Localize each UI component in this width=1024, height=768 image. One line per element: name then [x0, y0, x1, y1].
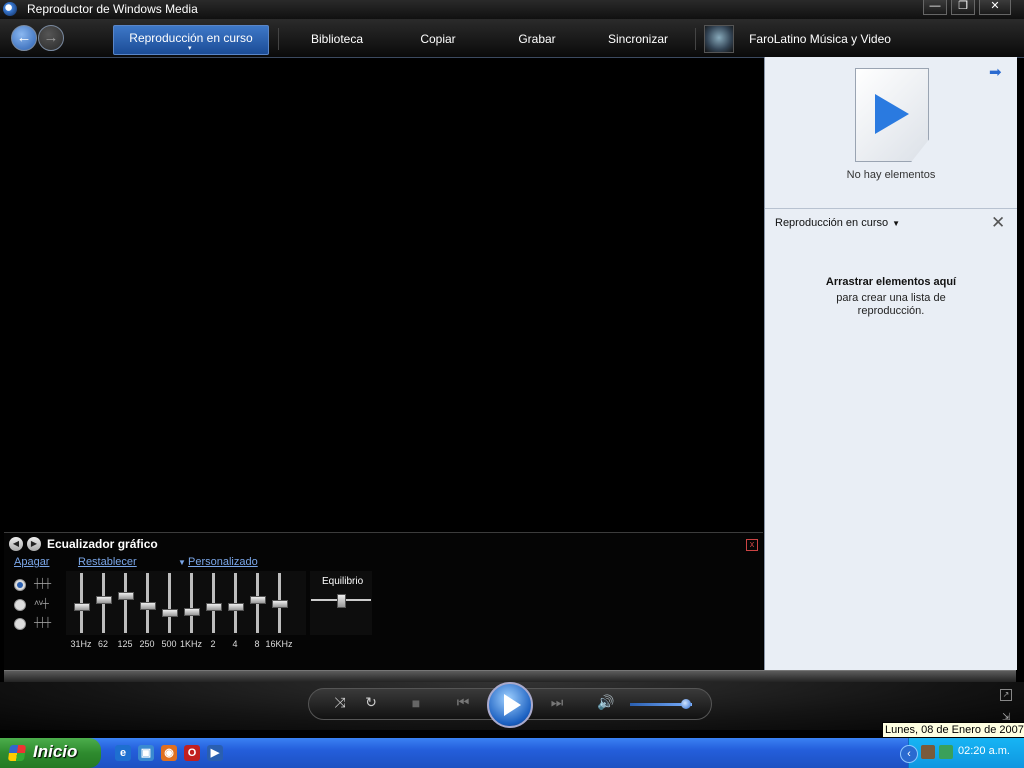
tab-now-playing[interactable]: Reproducción en curso ▾ [113, 25, 269, 55]
eq-band-slider-thumb[interactable] [206, 602, 222, 611]
mode-radio-3[interactable] [14, 618, 26, 630]
preset-dropdown[interactable]: Personalizado [188, 556, 258, 568]
playlist-dropdown[interactable]: Reproducción en curso ▼ [775, 217, 900, 229]
volume-slider-thumb[interactable] [680, 699, 691, 709]
tab-separator [278, 28, 279, 50]
balance-label: Equilibrio [322, 576, 364, 587]
wmp-icon[interactable]: ▶ [207, 745, 223, 761]
tab-sync[interactable]: Sincronizar [596, 19, 680, 57]
eq-band-label: 16KHz [265, 639, 293, 649]
loose-sliders-icon: ˄˅┼ [34, 598, 49, 608]
clear-list-icon[interactable]: ✕ [991, 213, 1005, 233]
taskbar: Inicio ‹ 02:20 a.m. e ▣ ◉ O ▶ [0, 738, 1024, 768]
previous-button[interactable]: ⏮ [448, 694, 478, 711]
stop-button[interactable]: ■ [407, 695, 425, 711]
minimize-button[interactable]: — [923, 0, 947, 15]
arrow-right-icon[interactable]: ➡ [989, 63, 1002, 81]
next-enhancement-button[interactable]: ▶ [27, 537, 41, 551]
network-icon[interactable] [939, 745, 953, 759]
title-bar: Reproductor de Windows Media — ❐ ✕ [0, 0, 1024, 19]
start-label: Inicio [33, 742, 78, 761]
eq-band-track[interactable] [190, 573, 193, 633]
tab-library[interactable]: Biblioteca [292, 19, 382, 57]
mute-button[interactable]: 🔊 [596, 694, 616, 711]
mini-mode-icon[interactable]: ↗ [1000, 689, 1012, 701]
eq-band-slider-thumb[interactable] [162, 609, 178, 618]
firefox-icon[interactable]: ◉ [161, 745, 177, 761]
close-icon[interactable]: x [746, 539, 758, 551]
play-icon [504, 694, 521, 716]
eq-band-slider-thumb[interactable] [228, 602, 244, 611]
restore-button[interactable]: ❐ [951, 0, 975, 15]
graphic-equalizer-panel: ◀ ▶ Ecualizador gráfico x Apagar Restabl… [4, 532, 763, 670]
chevron-down-icon[interactable]: ▼ [178, 558, 186, 567]
tab-separator [695, 28, 696, 50]
ie-icon[interactable]: e [115, 745, 131, 761]
repeat-button[interactable]: ↻ [361, 694, 381, 711]
opera-icon[interactable]: O [184, 745, 200, 761]
date-tooltip: Lunes, 08 de Enero de 2007 [882, 722, 1024, 738]
eq-band-slider-thumb[interactable] [140, 601, 156, 610]
tab-rip[interactable]: Copiar [403, 19, 473, 57]
drag-items-subtitle: para crear una lista de reproducción. [836, 292, 946, 317]
independent-sliders-icon: ┼┼┼ [34, 617, 51, 627]
mode-radio-1[interactable] [14, 579, 26, 591]
navigation-bar: ← → Reproducción en curso ▾ Biblioteca C… [0, 19, 1024, 58]
eq-band-slider-thumb[interactable] [74, 602, 90, 611]
start-button[interactable]: Inicio [0, 738, 101, 768]
back-button[interactable]: ← [11, 25, 37, 51]
eq-band-slider-thumb[interactable] [272, 600, 288, 608]
play-button[interactable] [487, 682, 533, 728]
windows-logo-icon [7, 745, 27, 761]
online-store-icon[interactable] [704, 25, 734, 53]
linked-sliders-icon: ┼┼┼ [34, 578, 51, 588]
no-items-label: No hay elementos [846, 169, 936, 181]
eq-band-track[interactable] [168, 573, 171, 633]
explorer-icon[interactable]: ▣ [138, 745, 154, 761]
tray-app-icon[interactable] [921, 745, 935, 759]
previous-enhancement-button[interactable]: ◀ [9, 537, 23, 551]
list-pane: ➡ No hay elementos Reproducción en curso… [764, 57, 1017, 670]
eq-band-track[interactable] [124, 573, 127, 633]
reset-link[interactable]: Restablecer [78, 556, 137, 568]
eq-band-slider-thumb[interactable] [96, 595, 112, 604]
next-button[interactable]: ⏭ [542, 694, 572, 711]
window-title: Reproductor de Windows Media [27, 2, 198, 16]
play-icon [875, 94, 909, 134]
turn-off-link[interactable]: Apagar [14, 556, 49, 568]
eq-band-slider-thumb[interactable] [118, 591, 134, 600]
tab-burn[interactable]: Grabar [503, 19, 571, 57]
pane-divider [765, 208, 1017, 209]
equalizer-title: Ecualizador gráfico [47, 537, 158, 551]
playlist-dropdown-label: Reproducción en curso [775, 217, 889, 229]
drag-items-title: Arrastrar elementos aquí [825, 276, 957, 288]
chevron-down-icon[interactable]: ▾ [188, 45, 192, 52]
tab-online-store[interactable]: FaroLatino Música y Video [742, 19, 898, 57]
eq-band-slider-thumb[interactable] [184, 608, 200, 617]
wmp-app-icon[interactable] [3, 2, 17, 16]
video-display[interactable] [4, 58, 763, 531]
tab-now-playing-label: Reproducción en curso [129, 31, 253, 45]
forward-button[interactable]: → [38, 25, 64, 51]
chevron-down-icon: ▼ [892, 219, 901, 228]
shuffle-button[interactable]: ⤨ [330, 694, 350, 711]
show-hidden-icons-button[interactable]: ‹ [900, 745, 918, 763]
mode-radio-2[interactable] [14, 599, 26, 611]
close-button[interactable]: ✕ [979, 0, 1011, 15]
eq-band-slider-thumb[interactable] [250, 595, 266, 604]
balance-slider-thumb[interactable] [337, 594, 346, 608]
transport-controls: ⤨ ↻ ■ ⏮ ⏭ 🔊 ↗ ⇲ [0, 682, 1024, 730]
clock[interactable]: 02:20 a.m. [958, 745, 1010, 757]
